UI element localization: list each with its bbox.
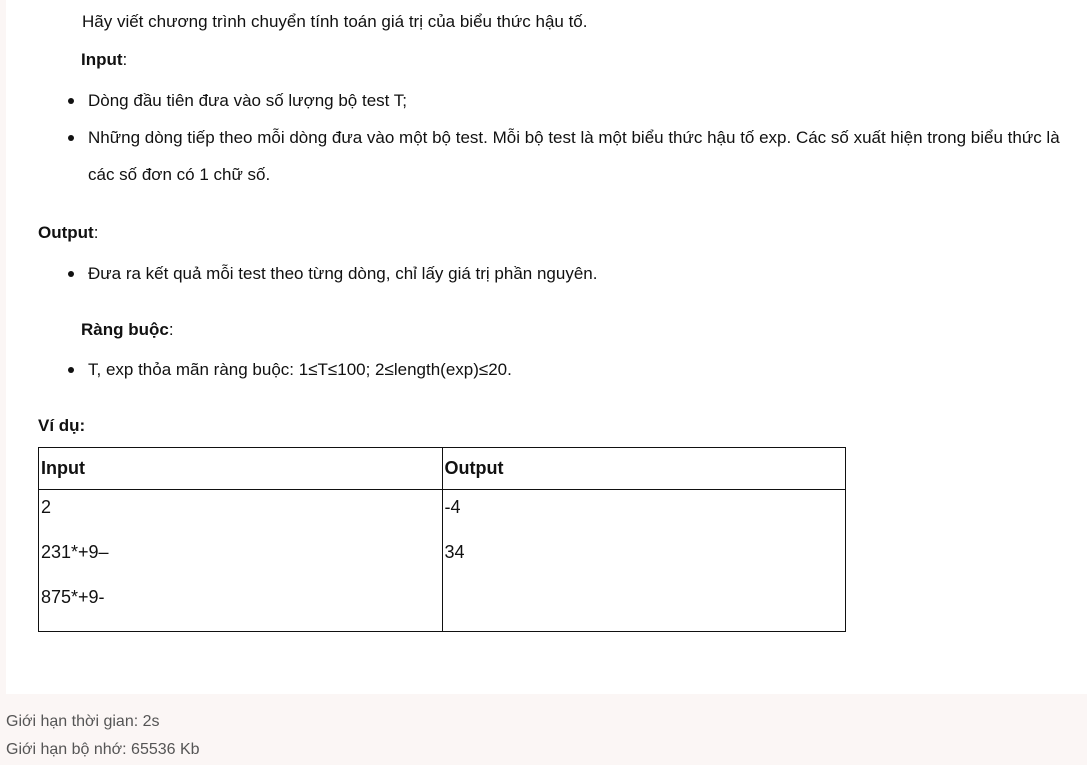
example-label: Ví dụ: <box>38 416 86 435</box>
constraints-heading: Ràng buộc: <box>81 318 174 342</box>
example-input-line: 231*+9– <box>41 542 109 562</box>
example-input-cell: 2 231*+9– 875*+9- <box>38 489 443 632</box>
example-input-line: 2 <box>41 497 52 517</box>
table-header-row: Input Output <box>38 447 846 490</box>
example-heading: Ví dụ: <box>38 414 85 438</box>
example-output-cell: -4 34 <box>441 489 846 632</box>
output-label: Output <box>38 223 94 242</box>
example-input-line: 875*+9- <box>41 587 105 607</box>
input-column-header: Input <box>38 447 443 490</box>
list-item: Những dòng tiếp theo mỗi dòng đưa vào mộ… <box>66 119 1086 193</box>
output-colon: : <box>93 223 99 242</box>
problem-statement: Hãy viết chương trình chuyển tính toán g… <box>6 0 1087 694</box>
problem-intro: Hãy viết chương trình chuyển tính toán g… <box>82 12 588 31</box>
input-list: Dòng đầu tiên đưa vào số lượng bộ test T… <box>66 82 1086 193</box>
input-label: Input <box>81 50 123 69</box>
input-colon: : <box>122 50 128 69</box>
constraints-label: Ràng buộc <box>81 320 169 339</box>
table-row: 2 231*+9– 875*+9- -4 34 <box>38 489 846 632</box>
output-heading: Output: <box>38 221 98 245</box>
memory-limit: Giới hạn bộ nhớ: 65536 Kb <box>6 741 200 758</box>
constraints-colon: : <box>168 320 174 339</box>
example-output-line: 34 <box>444 542 465 562</box>
list-item: Đưa ra kết quả mỗi test theo từng dòng, … <box>66 255 1066 292</box>
list-item: Dòng đầu tiên đưa vào số lượng bộ test T… <box>66 82 1086 119</box>
limits-footer: Giới hạn thời gian: 2s Giới hạn bộ nhớ: … <box>0 694 1087 765</box>
constraints-list: T, exp thỏa mãn ràng buộc: 1≤T≤100; 2≤le… <box>66 351 1066 388</box>
list-item: T, exp thỏa mãn ràng buộc: 1≤T≤100; 2≤le… <box>66 351 1066 388</box>
problem-page: Hãy viết chương trình chuyển tính toán g… <box>0 0 1087 765</box>
time-limit: Giới hạn thời gian: 2s <box>6 713 160 730</box>
input-heading: Input: <box>81 48 127 72</box>
output-list: Đưa ra kết quả mỗi test theo từng dòng, … <box>66 255 1066 292</box>
example-table: Input Output 2 231*+9– 875*+9- -4 34 <box>38 447 846 632</box>
output-column-header: Output <box>441 447 846 490</box>
example-output-line: -4 <box>444 497 461 517</box>
